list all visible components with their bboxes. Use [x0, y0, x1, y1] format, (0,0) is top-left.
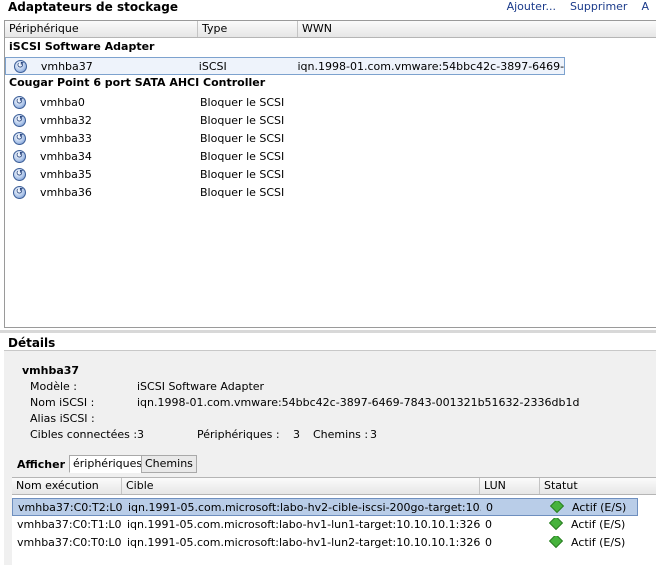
path-target: iqn.1991-05.com.microsoft:labo-hv2-cible… — [128, 500, 481, 514]
adapter-device: vmhba0 — [40, 95, 85, 109]
paths-label: Chemins : — [313, 428, 369, 441]
adapter-type: Bloquer le SCSI — [200, 167, 285, 181]
adapter-icon: ↺ — [13, 113, 26, 127]
tab-devices[interactable]: ériphériques — [69, 455, 147, 473]
path-lun: 0 — [485, 535, 492, 549]
remove-link[interactable]: Supprimer — [563, 0, 635, 13]
add-link[interactable]: Ajouter... — [500, 0, 563, 13]
path-row[interactable]: vmhba37:C0:T0:L0 iqn.1991-05.com.microso… — [12, 533, 638, 551]
adapter-type: Bloquer le SCSI — [200, 185, 285, 199]
show-label: Afficher : — [17, 458, 74, 471]
panel-title: Adaptateurs de stockage — [8, 0, 179, 14]
path-status: Actif (E/S) — [541, 500, 637, 514]
adapters-header: Périphérique Type WWN — [5, 21, 656, 38]
adapter-row[interactable]: ↺ vmhba35 Bloquer le SCSI — [5, 165, 565, 183]
adapter-row[interactable]: ↺ vmhba34 Bloquer le SCSI — [5, 147, 565, 165]
column-device[interactable]: Périphérique — [5, 21, 198, 37]
targets-label: Cibles connectées : — [30, 428, 138, 441]
details-adapter-name: vmhba37 — [22, 364, 80, 377]
adapter-device: vmhba35 — [40, 167, 92, 181]
status-active-icon — [548, 517, 564, 530]
tab-paths[interactable]: Chemins — [141, 455, 197, 473]
alias-label: Alias iSCSI : — [30, 412, 95, 425]
path-name: vmhba37:C0:T2:L0 — [18, 500, 123, 514]
adapter-icon: ↺ — [13, 185, 26, 199]
paths-header: Nom exécution Cible LUN Statut — [12, 478, 656, 495]
path-status: Actif (E/S) — [540, 535, 636, 549]
adapter-type: Bloquer le SCSI — [200, 149, 285, 163]
adapter-device: vmhba36 — [40, 185, 92, 199]
column-type[interactable]: Type — [198, 21, 298, 37]
adapter-icon: ↺ — [13, 149, 26, 163]
path-name: vmhba37:C0:T1:L0 — [17, 517, 122, 531]
adapter-row[interactable]: ↺ vmhba33 Bloquer le SCSI — [5, 129, 565, 147]
path-lun: 0 — [486, 500, 493, 514]
details-title: Détails — [8, 336, 56, 350]
path-status-text: Actif (E/S) — [571, 517, 626, 531]
adapter-wwn: iqn.1998-01.com.vmware:54bbc42c-3897-646… — [297, 59, 565, 73]
adapter-row[interactable]: ↺ vmhba32 Bloquer le SCSI — [5, 111, 565, 129]
iscsi-name-label: Nom iSCSI : — [30, 396, 95, 409]
status-active-icon — [548, 535, 564, 548]
path-lun: 0 — [485, 517, 492, 531]
iscsi-name-value: iqn.1998-01.com.vmware:54bbc42c-3897-646… — [137, 396, 580, 409]
path-status-text: Actif (E/S) — [572, 500, 627, 514]
more-link[interactable]: A — [634, 0, 656, 13]
adapter-type: Bloquer le SCSI — [200, 113, 285, 127]
path-target: iqn.1991-05.com.microsoft:labo-hv1-lun2-… — [127, 535, 480, 549]
adapter-type: iSCSI — [198, 59, 227, 73]
adapter-icon: ↺ — [13, 131, 26, 145]
group-header: Cougar Point 6 port SATA AHCI Controller — [9, 76, 266, 89]
model-label: Modèle : — [30, 380, 77, 393]
toolbar: Ajouter... Supprimer A — [500, 0, 656, 13]
paths-table: Nom exécution Cible LUN Statut vmhba37:C… — [12, 477, 656, 565]
devices-label: Périphériques : — [197, 428, 280, 441]
group-header: iSCSI Software Adapter — [9, 40, 155, 53]
path-target: iqn.1991-05.com.microsoft:labo-hv1-lun1-… — [127, 517, 480, 531]
paths-value: 3 — [370, 428, 377, 441]
path-status: Actif (E/S) — [540, 517, 636, 531]
column-runtime-name[interactable]: Nom exécution — [12, 478, 122, 494]
path-row[interactable]: vmhba37:C0:T2:L0 iqn.1991-05.com.microso… — [12, 498, 638, 516]
splitter[interactable] — [0, 330, 656, 333]
adapter-row[interactable]: ↺ vmhba0 Bloquer le SCSI — [5, 93, 565, 111]
adapter-row[interactable]: ↺ vmhba37 iSCSI iqn.1998-01.com.vmware:5… — [5, 57, 565, 75]
adapter-row[interactable]: ↺ vmhba36 Bloquer le SCSI — [5, 183, 565, 201]
adapter-device: vmhba32 — [40, 113, 92, 127]
adapter-type: Bloquer le SCSI — [200, 131, 285, 145]
path-status-text: Actif (E/S) — [571, 535, 626, 549]
adapter-type: Bloquer le SCSI — [200, 95, 285, 109]
path-name: vmhba37:C0:T0:L0 — [17, 535, 122, 549]
adapters-table: Périphérique Type WWN iSCSI Software Ada… — [4, 20, 656, 328]
adapter-icon: ↺ — [13, 95, 26, 109]
column-wwn[interactable]: WWN — [298, 21, 656, 37]
path-row[interactable]: vmhba37:C0:T1:L0 iqn.1991-05.com.microso… — [12, 515, 638, 533]
column-lun[interactable]: LUN — [480, 478, 540, 494]
column-target[interactable]: Cible — [122, 478, 480, 494]
column-status[interactable]: Statut — [540, 478, 656, 494]
devices-value: 3 — [293, 428, 300, 441]
adapter-icon: ↺ — [13, 167, 26, 181]
model-value: iSCSI Software Adapter — [137, 380, 265, 393]
adapter-device: vmhba37 — [40, 59, 93, 73]
adapter-icon: ↺ — [14, 59, 27, 73]
adapter-device: vmhba33 — [40, 131, 92, 145]
adapter-device: vmhba34 — [40, 149, 92, 163]
targets-value: 3 — [137, 428, 144, 441]
status-active-icon — [549, 500, 565, 513]
